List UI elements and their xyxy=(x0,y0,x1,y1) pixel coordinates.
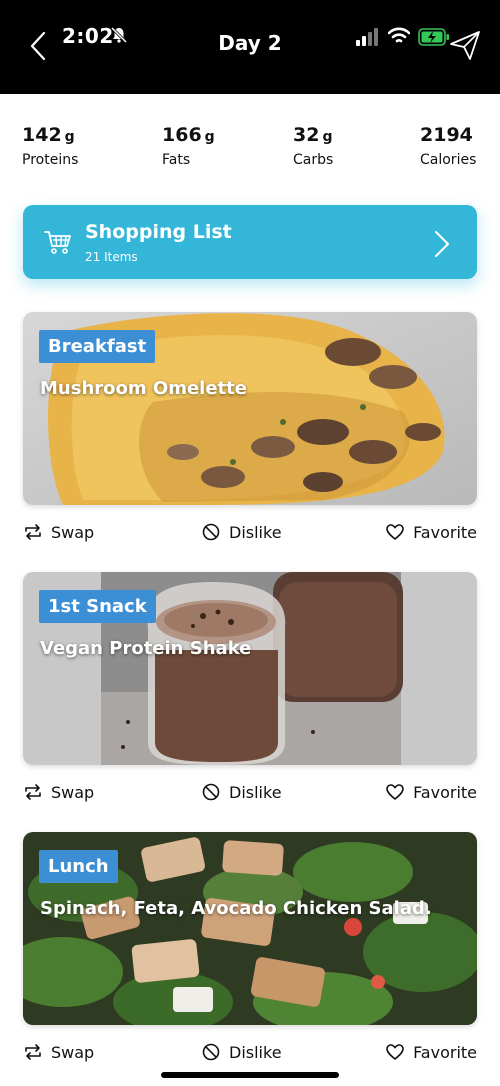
meal-card-lunch[interactable]: Lunch Spinach, Feta, Avocado Chicken Sal… xyxy=(23,832,477,1025)
swap-icon xyxy=(25,1044,41,1060)
favorite-label: Favorite xyxy=(413,1042,477,1062)
signal-icon xyxy=(356,28,378,46)
heart-icon xyxy=(386,784,404,800)
favorite-label: Favorite xyxy=(413,522,477,542)
favorite-button[interactable]: Favorite xyxy=(385,782,477,802)
meal-card-breakfast[interactable]: Breakfast Mushroom Omelette xyxy=(23,312,477,505)
meal-actions-breakfast: Swap Dislike Favorite xyxy=(23,522,477,548)
meal-tag: Breakfast xyxy=(39,330,156,363)
meal-actions-lunch: Swap Dislike Favorite xyxy=(23,1042,477,1068)
swap-icon xyxy=(25,784,41,800)
swap-label: Swap xyxy=(51,782,95,802)
macro-proteins: 142 g Proteins xyxy=(22,124,78,168)
ban-icon xyxy=(202,523,220,541)
macro-unit: g xyxy=(322,129,333,145)
macro-value: 166 xyxy=(162,124,202,146)
macro-calories: 2194 Calories xyxy=(420,124,476,168)
dislike-label: Dislike xyxy=(229,522,282,542)
macros-summary: 142 g Proteins 166 g Fats 32 g Carbs 2194 C… xyxy=(22,124,478,176)
swap-button[interactable]: Swap xyxy=(23,782,94,802)
macro-unit: g xyxy=(64,129,75,145)
meal-name: Mushroom Omelette xyxy=(40,378,247,399)
dislike-button[interactable]: Dislike xyxy=(201,1042,282,1062)
favorite-button[interactable]: Favorite xyxy=(385,522,477,542)
meal-name: Vegan Protein Shake xyxy=(40,638,252,659)
chevron-right-icon xyxy=(435,231,449,257)
swap-label: Swap xyxy=(51,522,95,542)
macro-value: 142 xyxy=(22,124,62,146)
ban-icon xyxy=(202,1043,220,1061)
swap-icon xyxy=(25,524,41,540)
meal-tag: Lunch xyxy=(39,850,118,883)
meal-name: Spinach, Feta, Avocado Chicken Salad. xyxy=(40,898,432,919)
meal-actions-1st-snack: Swap Dislike Favorite xyxy=(23,782,477,808)
send-button[interactable] xyxy=(448,28,482,62)
shopping-list-title: Shopping List xyxy=(85,221,232,243)
shopping-list-button[interactable]: Shopping List 21 Items xyxy=(23,205,477,279)
meal-card-1st-snack[interactable]: 1st Snack Vegan Protein Shake xyxy=(23,572,477,765)
macro-carbs: 32 g Carbs xyxy=(293,124,333,168)
shopping-cart-icon xyxy=(44,231,71,254)
macro-value: 2194 xyxy=(420,124,473,146)
dislike-label: Dislike xyxy=(229,782,282,802)
macro-label: Fats xyxy=(162,152,191,168)
heart-icon xyxy=(386,1044,404,1060)
battery-charging-icon xyxy=(418,28,449,46)
ban-icon xyxy=(202,783,220,801)
swap-label: Swap xyxy=(51,1042,95,1062)
macro-unit: g xyxy=(204,129,215,145)
home-indicator[interactable] xyxy=(161,1072,339,1078)
favorite-button[interactable]: Favorite xyxy=(385,1042,477,1062)
dislike-button[interactable]: Dislike xyxy=(201,782,282,802)
heart-icon xyxy=(386,524,404,540)
wifi-icon xyxy=(388,27,410,43)
meal-tag: 1st Snack xyxy=(39,590,156,623)
dislike-label: Dislike xyxy=(229,1042,282,1062)
macro-label: Carbs xyxy=(293,152,334,168)
macro-value: 32 xyxy=(293,124,320,146)
macro-label: Proteins xyxy=(22,152,79,168)
macro-fats: 166 g Fats xyxy=(162,124,215,168)
top-bar: 2:02 Day 2 xyxy=(0,0,500,94)
shopping-list-count: 21 Items xyxy=(85,250,138,264)
favorite-label: Favorite xyxy=(413,782,477,802)
swap-button[interactable]: Swap xyxy=(23,522,94,542)
paper-plane-icon xyxy=(450,31,480,60)
swap-button[interactable]: Swap xyxy=(23,1042,94,1062)
dislike-button[interactable]: Dislike xyxy=(201,522,282,542)
macro-label: Calories xyxy=(420,152,477,168)
